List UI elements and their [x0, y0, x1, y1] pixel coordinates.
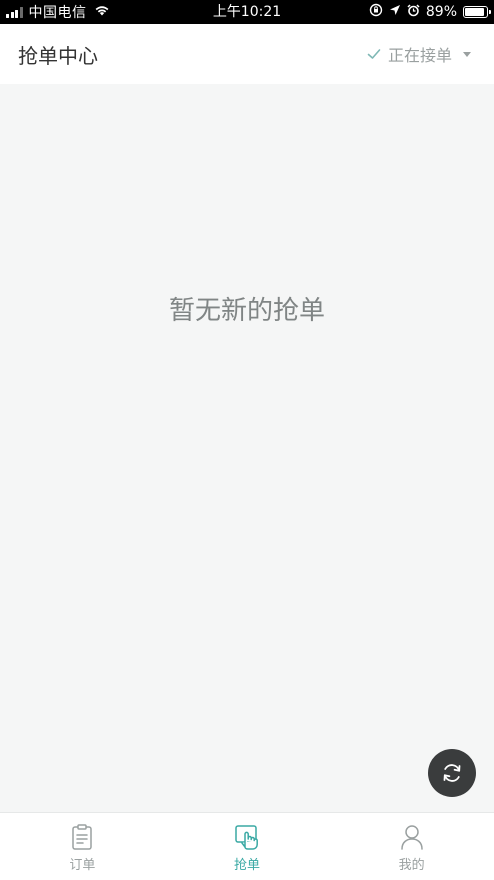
carrier-label: 中国电信 — [28, 5, 87, 21]
tab-orders[interactable]: 订单 — [0, 813, 165, 880]
status-bar: 中国电信 上午10:21 89% — [0, 0, 494, 24]
refresh-button[interactable] — [428, 749, 476, 797]
lock-rotation-icon — [369, 3, 383, 21]
refresh-icon — [443, 764, 461, 782]
tab-grab-orders[interactable]: 抢单 — [165, 813, 330, 880]
battery-fill — [465, 8, 484, 16]
status-bar-left: 中国电信 — [6, 0, 111, 24]
empty-state-message: 暂无新的抢单 — [168, 296, 325, 326]
tab-mine[interactable]: 我的 — [329, 813, 494, 880]
location-icon — [389, 4, 401, 20]
tap-hand-icon — [235, 825, 258, 850]
tab-mine-label: 我的 — [398, 858, 425, 873]
status-bar-right: 89% — [369, 0, 491, 24]
page-title: 抢单中心 — [18, 43, 98, 68]
receiving-status-label: 正在接单 — [387, 46, 452, 65]
alarm-icon — [407, 3, 420, 21]
tab-orders-label: 订单 — [69, 858, 96, 873]
check-icon — [367, 49, 381, 59]
signal-icon — [6, 6, 23, 18]
wifi-icon — [93, 3, 111, 21]
user-icon — [400, 825, 423, 850]
battery-icon — [463, 6, 491, 18]
tab-bar: 订单 抢单 我的 — [0, 812, 494, 880]
screen: 中国电信 上午10:21 89% 抢单中心 正在接单 暂无新的抢单 订单 抢单 … — [0, 0, 494, 880]
receiving-status-dropdown[interactable]: 正在接单 — [366, 42, 472, 66]
header: 抢单中心 正在接单 — [0, 24, 494, 84]
main-content: 暂无新的抢单 — [0, 84, 494, 812]
tab-grab-orders-label: 抢单 — [234, 858, 261, 873]
caret-down-icon — [463, 52, 471, 57]
battery-percent: 89% — [425, 4, 457, 20]
clipboard-icon — [72, 824, 93, 850]
